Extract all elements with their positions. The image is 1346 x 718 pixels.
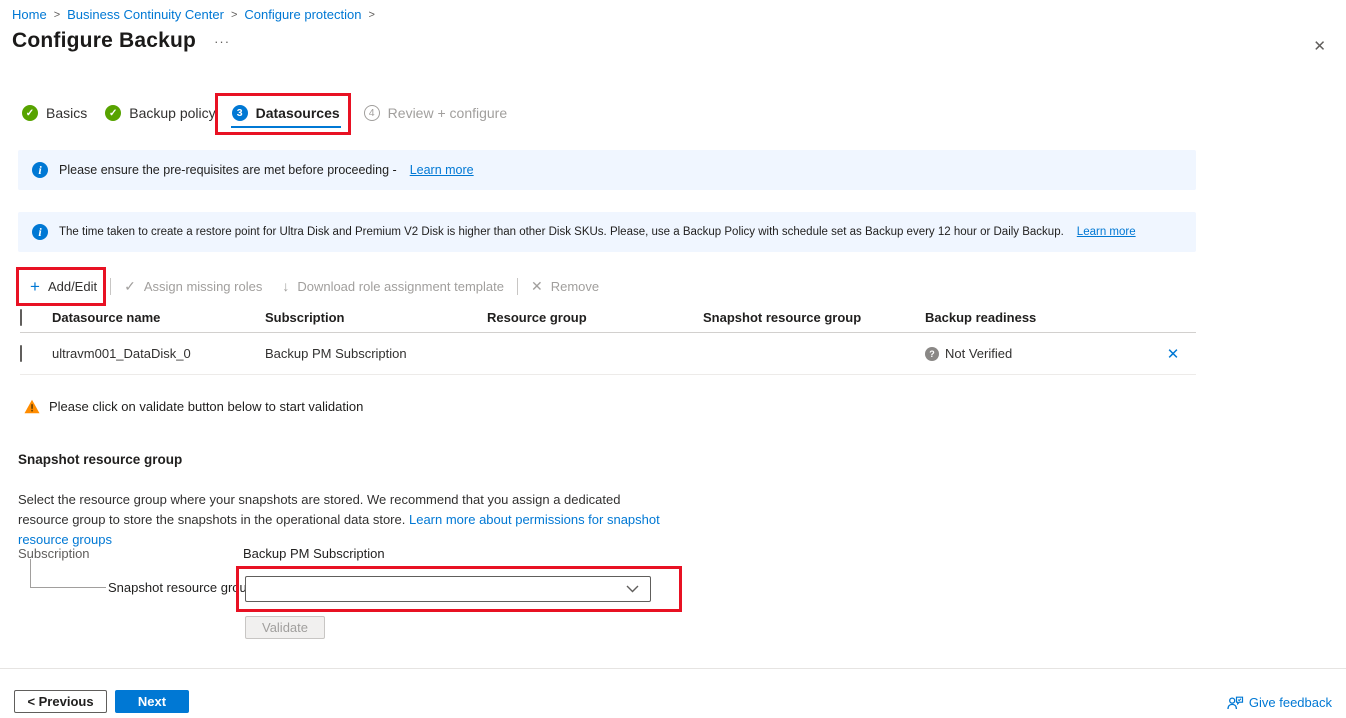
breadcrumb-business-continuity-center[interactable]: Business Continuity Center (67, 7, 224, 22)
toolbar-separator (110, 278, 111, 295)
help-circle-icon: ? (925, 347, 939, 361)
col-snapshot-resource-group: Snapshot resource group (703, 310, 925, 325)
assign-missing-roles-label: Assign missing roles (144, 279, 263, 294)
readiness-status: Not Verified (945, 346, 1012, 361)
tab-datasources-label: Datasources (256, 105, 340, 121)
cell-datasource-name: ultravm001_DataDisk_0 (52, 346, 265, 361)
download-role-template-label: Download role assignment template (297, 279, 504, 294)
remove-label: Remove (551, 279, 599, 294)
x-icon: ✕ (531, 279, 543, 293)
tab-basics[interactable]: ✓ Basics (22, 105, 87, 121)
page-title: Configure Backup (12, 29, 196, 53)
datasource-toolbar: + Add/Edit ✓ Assign missing roles ↓ Down… (30, 276, 599, 296)
give-feedback-label: Give feedback (1249, 695, 1332, 710)
snapshot-section-description: Select the resource group where your sna… (18, 490, 666, 550)
info-banner-restore-point: i The time taken to create a restore poi… (18, 212, 1196, 252)
next-button[interactable]: Next (115, 690, 189, 713)
validate-button[interactable]: Validate (245, 616, 325, 639)
validation-warning: Please click on validate button below to… (24, 399, 363, 414)
breadcrumb: Home > Business Continuity Center > Conf… (12, 7, 375, 22)
chevron-right-icon: > (368, 8, 374, 21)
breadcrumb-home[interactable]: Home (12, 7, 47, 22)
active-tab-underline (231, 126, 341, 129)
banner-text: The time taken to create a restore point… (59, 226, 1064, 238)
tab-backup-policy-label: Backup policy (129, 105, 215, 121)
tab-review-configure: 4 Review + configure (364, 105, 507, 121)
wizard-tabs: ✓ Basics ✓ Backup policy 3 Datasources 4… (22, 105, 507, 121)
assign-missing-roles-button[interactable]: ✓ Assign missing roles (124, 279, 262, 294)
more-menu-icon[interactable]: ··· (212, 34, 232, 53)
tab-review-configure-label: Review + configure (388, 105, 507, 121)
learn-more-link[interactable]: Learn more (1077, 226, 1136, 238)
col-subscription: Subscription (265, 310, 487, 325)
breadcrumb-configure-protection[interactable]: Configure protection (244, 7, 361, 22)
snapshot-resource-group-dropdown[interactable] (245, 576, 651, 602)
check-circle-icon: ✓ (22, 105, 38, 121)
give-feedback-link[interactable]: Give feedback (1227, 695, 1332, 710)
row-remove-icon[interactable]: ✕ (1161, 344, 1186, 364)
banner-text: Please ensure the pre-requisites are met… (59, 163, 397, 177)
title-row: Configure Backup ··· (12, 29, 232, 53)
feedback-icon (1227, 695, 1244, 710)
cell-backup-readiness: ? Not Verified (925, 346, 1150, 361)
snapshot-form: Subscription Backup PM Subscription Snap… (18, 546, 718, 656)
tab-basics-label: Basics (46, 105, 87, 121)
col-datasource-name: Datasource name (52, 310, 265, 325)
remove-button[interactable]: ✕ Remove (531, 279, 599, 294)
add-edit-button[interactable]: + Add/Edit (30, 278, 97, 295)
step-number-icon: 3 (232, 105, 248, 121)
warning-icon (24, 399, 40, 414)
learn-more-link[interactable]: Learn more (410, 163, 474, 177)
datasource-table: Datasource name Subscription Resource gr… (20, 303, 1196, 375)
col-resource-group: Resource group (487, 310, 703, 325)
check-icon: ✓ (124, 279, 136, 293)
chevron-down-icon (626, 585, 639, 593)
step-number-icon: 4 (364, 105, 380, 121)
table-row: ultravm001_DataDisk_0 Backup PM Subscrip… (20, 333, 1196, 375)
configure-backup-page: Home > Business Continuity Center > Conf… (0, 0, 1346, 718)
tab-backup-policy[interactable]: ✓ Backup policy (105, 105, 215, 121)
check-circle-icon: ✓ (105, 105, 121, 121)
chevron-right-icon: > (54, 8, 60, 21)
cell-subscription: Backup PM Subscription (265, 346, 487, 361)
previous-button[interactable]: < Previous (14, 690, 107, 713)
toolbar-separator (517, 278, 518, 295)
subscription-value: Backup PM Subscription (243, 546, 385, 561)
add-edit-label: Add/Edit (48, 279, 97, 294)
info-icon: i (32, 162, 48, 178)
info-banner-prerequisites: i Please ensure the pre-requisites are m… (18, 150, 1196, 190)
footer-divider (0, 668, 1346, 669)
snapshot-rg-label: Snapshot resource group * (108, 580, 263, 595)
validation-warning-text: Please click on validate button below to… (49, 399, 363, 414)
plus-icon: + (30, 278, 40, 295)
row-checkbox[interactable] (20, 345, 22, 362)
download-role-template-button[interactable]: ↓ Download role assignment template (282, 279, 504, 294)
tab-datasources[interactable]: 3 Datasources (232, 105, 340, 121)
col-backup-readiness: Backup readiness (925, 310, 1150, 325)
chevron-right-icon: > (231, 8, 237, 21)
info-icon: i (32, 224, 48, 240)
download-icon: ↓ (282, 279, 289, 293)
table-header-row: Datasource name Subscription Resource gr… (20, 303, 1196, 333)
tree-connector (30, 559, 106, 588)
close-icon[interactable]: ✕ (1307, 36, 1332, 56)
select-all-checkbox[interactable] (20, 309, 22, 326)
snapshot-section-title: Snapshot resource group (18, 452, 182, 467)
